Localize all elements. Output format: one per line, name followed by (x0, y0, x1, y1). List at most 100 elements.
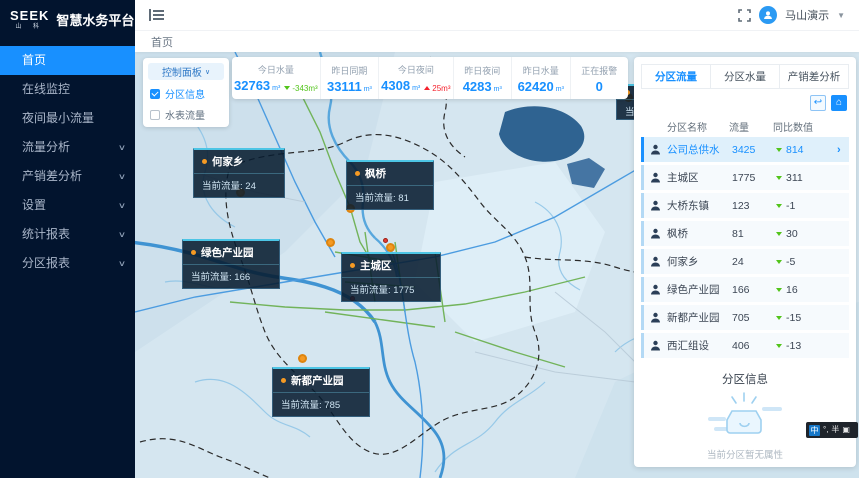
ime-width-icon[interactable]: 半 (831, 426, 839, 434)
zone-delta: 30 (786, 228, 798, 240)
app-window: SEEK 山 科 智慧水务平台 首页 在线监控 夜间最小流量 流量分析 ∨ 产销… (0, 0, 859, 478)
sidebar-item-zone-report[interactable]: 分区报表 ∨ (0, 249, 135, 278)
map-marker[interactable] (326, 238, 335, 247)
stat-unit: m³ (556, 86, 564, 93)
sidebar-collapse-icon[interactable] (149, 9, 164, 21)
table-row-xihui[interactable]: 西汇组设 406 -13 (641, 333, 849, 358)
chevron-down-icon: ∨ (205, 68, 210, 76)
tab-label: 产销差分析 (788, 69, 841, 84)
map-marker[interactable] (298, 354, 307, 363)
zone-person-icon (644, 312, 667, 323)
back-icon[interactable]: ↩ (810, 95, 826, 111)
stat-today-night: 今日夜间 4308 m³ 25m³ (379, 57, 453, 99)
table-row-hejiaxiang[interactable]: 何家乡 24 -5 (641, 249, 849, 274)
callout-zone-name: 绿色产业园 (201, 245, 254, 260)
callout-flow-label: 当前流量: (350, 285, 391, 296)
table-row-fengqiao[interactable]: 枫桥 81 30 (641, 221, 849, 246)
sidebar-item-flow-analysis[interactable]: 流量分析 ∨ (0, 133, 135, 162)
map-callout-hejiaxiang[interactable]: 何家乡 当前流量: 24 (193, 148, 285, 198)
chevron-right-icon[interactable]: › (837, 144, 849, 156)
ime-toolbar[interactable]: 中 °, 半 ▣ (806, 422, 858, 438)
checkbox-unchecked-icon[interactable] (150, 110, 160, 120)
trend-down-icon (776, 260, 782, 264)
sidebar-menu: 首页 在线监控 夜间最小流量 流量分析 ∨ 产销差分析 ∨ 设置 ∨ 统计报表 (0, 46, 135, 278)
zone-name: 主城区 (667, 170, 732, 185)
sidebar-item-nrw-analysis[interactable]: 产销差分析 ∨ (0, 162, 135, 191)
map-marker-alarm[interactable] (383, 238, 388, 243)
zone-flow: 123 (732, 200, 776, 212)
stat-unit: m³ (412, 85, 420, 92)
fullscreen-icon[interactable] (738, 9, 751, 22)
orange-dot-icon (191, 250, 196, 255)
stat-label: 昨日水量 (523, 64, 559, 77)
table-row-main-city[interactable]: 主城区 1775 311 (641, 165, 849, 190)
sidebar-item-home[interactable]: 首页 (0, 46, 135, 75)
zone-delta: 16 (786, 284, 798, 296)
zone-name: 新都产业园 (667, 310, 732, 325)
tab-nrw-analysis[interactable]: 产销差分析 (780, 65, 848, 88)
username[interactable]: 马山演示 (785, 7, 829, 23)
trend-down-icon (776, 344, 782, 348)
checkbox-checked-icon[interactable] (150, 89, 160, 99)
sidebar-item-settings[interactable]: 设置 ∨ (0, 191, 135, 220)
brand-logo-subtext: 山 科 (15, 24, 44, 30)
stat-label: 今日水量 (258, 63, 294, 76)
map-callout-xindu-park[interactable]: 新都产业园 当前流量: 785 (272, 367, 370, 417)
stat-value: 32763 (234, 79, 270, 92)
stat-yesterday-same-period: 昨日同期 33111 m³ (321, 57, 380, 99)
stat-unit: m³ (272, 85, 280, 92)
ime-mode-icon[interactable]: 中 (809, 425, 820, 436)
zone-delta: 311 (786, 172, 803, 184)
control-panel-title: 控制面板 (162, 64, 202, 79)
zone-person-icon (644, 200, 667, 211)
avatar[interactable] (759, 6, 777, 24)
sidebar-item-label: 在线监控 (22, 82, 70, 96)
chevron-down-icon: ∨ (118, 162, 126, 191)
orange-dot-icon (355, 171, 360, 176)
stat-label: 昨日夜间 (464, 64, 500, 77)
map-callout-green-park[interactable]: 绿色产业园 当前流量: 166 (182, 239, 280, 289)
sidebar-item-label: 流量分析 (22, 140, 70, 154)
map-marker[interactable] (386, 243, 395, 252)
layer-option-meter-flow[interactable]: 水表流量 (148, 107, 224, 122)
zone-panel: 分区流量 分区水量 产销差分析 ↩ ⌂ 分区名称 流量 同比数值 公司总供水 3… (634, 57, 856, 467)
zone-person-icon (644, 256, 667, 267)
sidebar-item-online-monitor[interactable]: 在线监控 (0, 75, 135, 104)
table-row-company-total[interactable]: 公司总供水 3425 814 › (641, 137, 849, 162)
stat-yesterday-volume: 昨日水量 62420 m³ (512, 57, 571, 99)
table-row-daqiao[interactable]: 大桥东镇 123 -1 (641, 193, 849, 218)
tab-label: 分区流量 (655, 69, 697, 84)
table-row-green-park[interactable]: 绿色产业园 166 16 (641, 277, 849, 302)
stats-bar: 今日水量 32763 m³ -343m³ 昨日同期 33111 m³ 今日夜间 (232, 57, 628, 99)
stat-unit: m³ (364, 86, 372, 93)
top-bar: 马山演示 ▼ (135, 0, 859, 30)
tab-zone-volume[interactable]: 分区水量 (711, 65, 780, 88)
zone-flow: 705 (732, 312, 776, 324)
sidebar-item-statistic-report[interactable]: 统计报表 ∨ (0, 220, 135, 249)
column-header-delta: 同比数值 (773, 119, 849, 134)
trend-up-icon (424, 86, 430, 90)
table-row-xindu-park[interactable]: 新都产业园 705 -15 (641, 305, 849, 330)
layer-option-zone-info[interactable]: 分区信息 (148, 86, 224, 101)
chevron-down-icon: ∨ (118, 133, 126, 162)
orange-dot-icon (281, 378, 286, 383)
home-icon[interactable]: ⌂ (831, 95, 847, 111)
stat-delta: 25m³ (432, 84, 450, 93)
map-callout-main-city[interactable]: 主城区 当前流量: 1775 (341, 252, 441, 302)
ime-tool-icon[interactable]: ▣ (842, 426, 850, 434)
trend-down-icon (776, 316, 782, 320)
ime-punct-icon[interactable]: °, (823, 426, 828, 434)
control-panel-toggle[interactable]: 控制面板 ∨ (148, 63, 224, 80)
stat-label: 今日夜间 (398, 63, 434, 76)
zone-delta: -13 (786, 340, 801, 352)
zone-person-icon (644, 172, 667, 183)
tab-zone-flow[interactable]: 分区流量 (642, 65, 711, 88)
map-callout-fengqiao[interactable]: 枫桥 当前流量: 81 (346, 160, 434, 210)
user-caret-icon[interactable]: ▼ (837, 11, 845, 20)
column-header-flow: 流量 (729, 119, 773, 134)
stat-label: 昨日同期 (331, 64, 367, 77)
zone-flow: 166 (732, 284, 776, 296)
zone-info-empty-text: 当前分区暂无属性 (707, 447, 783, 461)
sidebar-item-night-min-flow[interactable]: 夜间最小流量 (0, 104, 135, 133)
brand-logo: SEEK 山 科 智慧水务平台 (0, 0, 135, 36)
